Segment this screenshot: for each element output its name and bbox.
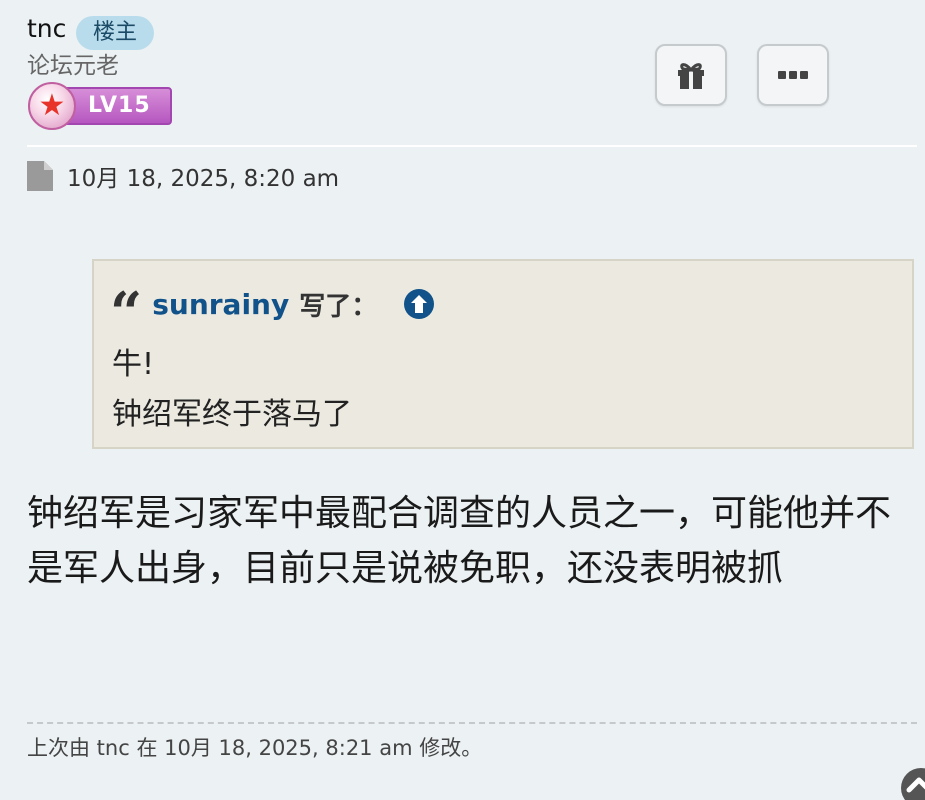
back-to-top-button[interactable] <box>901 768 925 800</box>
post-date: 10月 18, 2025, 8:20 am <box>67 166 340 192</box>
quote-line: 牛! <box>112 347 155 382</box>
document-icon[interactable] <box>27 161 53 191</box>
owner-badge: 楼主 <box>76 16 154 50</box>
quote-line: 钟绍军终于落马了 <box>112 397 352 432</box>
header-divider <box>27 145 917 147</box>
footer-divider <box>27 722 917 724</box>
gift-icon <box>678 63 704 89</box>
more-button[interactable] <box>757 44 829 106</box>
more-icon <box>778 71 808 79</box>
forum-post: tnc 楼主 论坛元老 ★ LV15 10月 18, 2025, 8:20 am <box>0 0 925 800</box>
quote-wrote-label: 写了： <box>299 291 378 322</box>
level-label: LV15 <box>62 87 172 125</box>
post-content: 钟绍军是习家军中最配合调查的人员之一，可能他并不是军人出身，目前只是说被免职，还… <box>27 493 892 589</box>
edit-note: 上次由 tnc 在 10月 18, 2025, 8:21 am 修改。 <box>27 736 483 760</box>
author-rank: 论坛元老 <box>27 53 119 79</box>
quote-author-link[interactable]: sunrainy <box>152 288 289 321</box>
quote-mark-icon: “ <box>110 280 143 346</box>
quote-block: “ sunrainy 写了： 牛! 钟绍军终于落马了 <box>92 259 914 449</box>
level-badge: ★ LV15 <box>28 82 172 130</box>
author-username[interactable]: tnc <box>27 14 66 43</box>
post-date-row: 10月 18, 2025, 8:20 am <box>27 160 339 192</box>
quote-header: “ sunrainy 写了： <box>110 285 435 341</box>
arrow-up-circle-icon[interactable] <box>403 288 435 320</box>
star-icon: ★ <box>28 82 76 130</box>
chevron-up-icon <box>906 777 925 793</box>
gift-button[interactable] <box>655 44 727 106</box>
